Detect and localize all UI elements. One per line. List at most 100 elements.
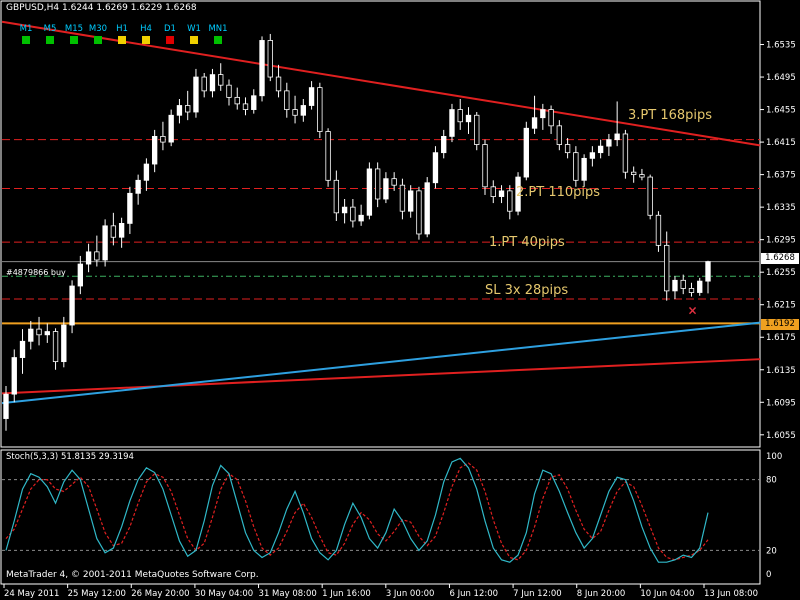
bullish-candle bbox=[69, 285, 75, 326]
bullish-candle bbox=[135, 179, 141, 194]
timeframe-status-square bbox=[214, 36, 222, 44]
chart-canvas: 1.6535 1.6495 1.6455 1.6415 1.6375 1.6335 1.62… bbox=[0, 0, 796, 599]
bearish-candle bbox=[350, 206, 356, 222]
bearish-candle bbox=[490, 186, 496, 197]
x-axis-tick-label: 3 Jun 00:00 bbox=[386, 589, 435, 599]
bearish-candle bbox=[548, 109, 554, 127]
bearish-candle bbox=[391, 178, 397, 186]
bullish-candle bbox=[614, 133, 620, 141]
order-label[interactable]: #4879866 buy bbox=[6, 268, 66, 277]
bullish-candle bbox=[77, 263, 84, 287]
stochastic-axis-label: 0 bbox=[766, 570, 771, 580]
bullish-candle bbox=[424, 182, 430, 235]
bullish-candle bbox=[581, 157, 587, 181]
stochastic-axis-label: 100 bbox=[766, 452, 782, 462]
bullish-candle bbox=[408, 190, 414, 212]
indicator-panel-frame bbox=[0, 449, 761, 585]
copyright-text: MetaTrader 4, © 2001-2011 MetaQuotes Sof… bbox=[6, 570, 259, 580]
bearish-candle bbox=[474, 114, 480, 145]
entry-x-marker: × bbox=[687, 303, 697, 317]
bearish-candle bbox=[399, 184, 406, 212]
bullish-candle bbox=[383, 178, 389, 200]
bearish-candle bbox=[333, 179, 340, 214]
bearish-candle bbox=[234, 96, 240, 105]
timeframe-mn1: MN1 bbox=[206, 24, 230, 44]
bullish-candle bbox=[432, 152, 439, 184]
bullish-candle bbox=[3, 393, 9, 419]
timeframe-status-square bbox=[118, 36, 126, 44]
blue-support-trend-line bbox=[1, 321, 761, 405]
bearish-candle bbox=[36, 328, 42, 336]
bearish-candle bbox=[564, 144, 571, 154]
timeframe-status-square bbox=[142, 36, 150, 44]
bullish-candle bbox=[523, 127, 529, 178]
target-label-pt3: 3.PT 168pips bbox=[628, 108, 713, 123]
x-axis-tick-label: 1 Jun 16:00 bbox=[322, 589, 371, 599]
bullish-candle bbox=[300, 105, 306, 116]
timeframe-status-square bbox=[70, 36, 78, 44]
bullish-candle bbox=[341, 206, 348, 214]
y-axis-tick-label: 1.6215 bbox=[766, 301, 796, 311]
bullish-candle bbox=[589, 152, 596, 159]
x-axis-tick-label: 7 Jun 12:00 bbox=[513, 589, 562, 599]
timeframe-m1: M1 bbox=[14, 24, 38, 44]
bullish-candle bbox=[118, 223, 125, 238]
y-axis-tick-label: 1.6335 bbox=[766, 203, 796, 213]
y-axis-tick-label: 1.6175 bbox=[766, 333, 796, 343]
x-axis-tick-label: 24 May 2011 bbox=[4, 589, 59, 599]
timeframe-status-square bbox=[22, 36, 30, 44]
bullish-candle bbox=[366, 168, 373, 216]
bullish-candle bbox=[168, 114, 174, 143]
bullish-candle bbox=[176, 105, 183, 116]
bearish-candle bbox=[52, 331, 59, 363]
bullish-candle bbox=[251, 95, 257, 110]
bullish-candle bbox=[19, 340, 26, 358]
x-axis-tick-label: 6 Jun 12:00 bbox=[449, 589, 498, 599]
y-axis-tick-label: 1.6455 bbox=[766, 106, 796, 116]
timeframe-h4: H4 bbox=[134, 24, 158, 44]
bullish-candle bbox=[597, 145, 604, 154]
bearish-candle bbox=[275, 76, 282, 92]
timeframe-status-square bbox=[190, 36, 198, 44]
bullish-candle bbox=[102, 225, 108, 261]
bullish-candle bbox=[85, 251, 92, 265]
target-label-pt1: 1.PT 40pips bbox=[489, 235, 565, 250]
bearish-candle bbox=[482, 144, 488, 188]
timeframe-m15: M15 bbox=[62, 24, 86, 44]
y-axis-tick-label: 1.6495 bbox=[766, 73, 796, 83]
bearish-candle bbox=[507, 190, 513, 212]
bearish-candle bbox=[630, 171, 637, 176]
bullish-candle bbox=[151, 136, 158, 165]
bullish-candle bbox=[531, 117, 538, 129]
y-axis-tick-label: 1.6255 bbox=[766, 268, 796, 278]
bullish-candle bbox=[606, 139, 612, 147]
bearish-candle bbox=[226, 84, 232, 98]
bullish-candle bbox=[11, 357, 17, 395]
x-axis-tick-label: 26 May 20:00 bbox=[131, 589, 189, 599]
bearish-candle bbox=[325, 131, 331, 181]
bullish-candle bbox=[259, 40, 265, 97]
support-price-tag: 1.6192 bbox=[761, 319, 799, 330]
timeframe-m30: M30 bbox=[86, 24, 110, 44]
bearish-candle bbox=[317, 87, 323, 132]
lower-red-trend-line bbox=[1, 358, 761, 395]
bearish-candle bbox=[664, 244, 670, 292]
bullish-candle bbox=[540, 109, 546, 119]
timeframe-d1: D1 bbox=[158, 24, 182, 44]
timeframe-w1: W1 bbox=[182, 24, 206, 44]
bearish-candle bbox=[267, 40, 273, 78]
bullish-candle bbox=[127, 192, 133, 224]
bearish-candle bbox=[110, 225, 117, 238]
bearish-candle bbox=[160, 136, 166, 143]
bullish-candle bbox=[28, 328, 34, 342]
stochastic-main-line bbox=[5, 457, 709, 563]
timeframe-m5: M5 bbox=[38, 24, 62, 44]
stochastic-axis-label: 20 bbox=[766, 546, 777, 556]
bearish-candle bbox=[680, 279, 686, 289]
bearish-candle bbox=[573, 152, 579, 181]
bullish-candle bbox=[697, 280, 703, 293]
bullish-candle bbox=[498, 190, 505, 197]
bearish-candle bbox=[622, 133, 629, 173]
bearish-candle bbox=[374, 168, 381, 200]
bearish-candle bbox=[242, 103, 249, 110]
